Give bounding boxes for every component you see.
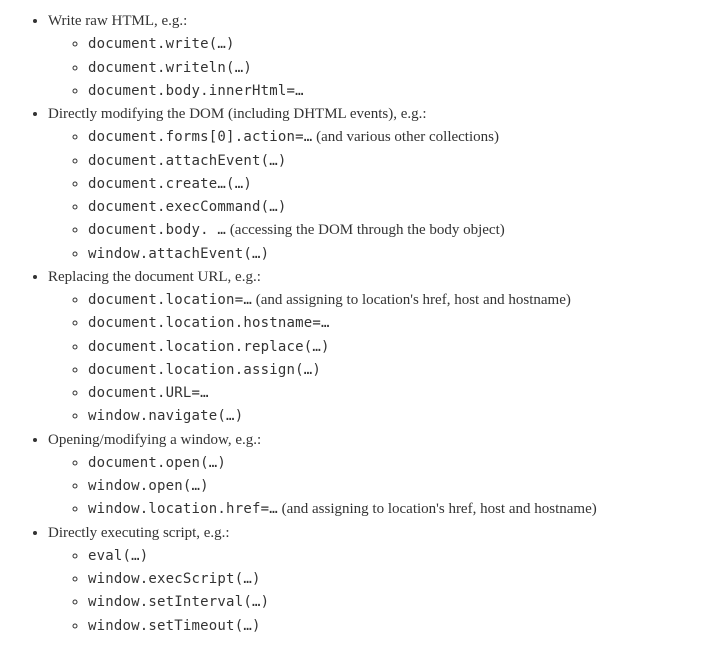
example-item: eval(…) — [88, 545, 698, 568]
example-item: document.execCommand(…) — [88, 196, 698, 219]
example-item: document.open(…) — [88, 452, 698, 475]
example-item: document.body.innerHtml=… — [88, 80, 698, 103]
code-text: window.open(…) — [88, 478, 209, 494]
example-list: document.location=… (and assigning to lo… — [48, 289, 698, 429]
code-text: window.execScript(…) — [88, 571, 261, 587]
category-item: Directly modifying the DOM (including DH… — [48, 103, 698, 266]
example-item: document.location=… (and assigning to lo… — [88, 289, 698, 312]
code-text: document.forms[0].action=… — [88, 129, 312, 145]
example-item: document.write(…) — [88, 33, 698, 56]
code-text: window.setInterval(…) — [88, 594, 269, 610]
code-text: document.location.hostname=… — [88, 315, 330, 331]
category-title: Directly modifying the DOM (including DH… — [48, 106, 427, 122]
example-item: document.writeln(…) — [88, 57, 698, 80]
example-item: window.setTimeout(…) — [88, 615, 698, 638]
example-item: window.attachEvent(…) — [88, 243, 698, 266]
example-item: document.location.replace(…) — [88, 336, 698, 359]
example-item: document.create…(…) — [88, 173, 698, 196]
example-list: document.write(…) document.writeln(…) docu… — [48, 33, 698, 103]
code-text: document.create…(…) — [88, 176, 252, 192]
note-text: (accessing the DOM through the body obje… — [226, 222, 505, 238]
category-item: Opening/modifying a window, e.g.: documen… — [48, 429, 698, 522]
code-text: document.location.assign(…) — [88, 362, 321, 378]
example-list: document.forms[0].action=… (and various … — [48, 126, 698, 266]
category-list: Write raw HTML, e.g.:document.write(…)do… — [20, 10, 698, 638]
example-item: window.execScript(…) — [88, 568, 698, 591]
code-text: window.location.href=… — [88, 501, 278, 517]
code-text: window.attachEvent(…) — [88, 246, 269, 262]
example-item: document.attachEvent(…) — [88, 150, 698, 173]
category-item: Directly executing script, e.g.: eval(…) w… — [48, 522, 698, 638]
example-item: window.location.href=… (and assigning to… — [88, 498, 698, 521]
example-item: window.open(…) — [88, 475, 698, 498]
category-title: Directly executing script, e.g.: — [48, 525, 230, 541]
note-text: (and various other collections) — [312, 129, 499, 145]
category-title: Replacing the document URL, e.g.: — [48, 269, 261, 285]
example-item: document.location.hostname=… — [88, 312, 698, 335]
example-item: window.setInterval(…) — [88, 591, 698, 614]
example-item: document.URL=… — [88, 382, 698, 405]
code-text: window.setTimeout(…) — [88, 618, 261, 634]
note-text: (and assigning to location's href, host … — [278, 501, 597, 517]
code-text: document.write(…) — [88, 36, 235, 52]
code-text: window.navigate(…) — [88, 408, 243, 424]
example-item: window.navigate(…) — [88, 405, 698, 428]
code-text: document.body.innerHtml=… — [88, 83, 304, 99]
code-text: document.body. … — [88, 222, 226, 238]
code-text: document.attachEvent(…) — [88, 153, 286, 169]
code-text: document.open(…) — [88, 455, 226, 471]
category-title: Write raw HTML, e.g.: — [48, 13, 187, 29]
example-item: document.location.assign(…) — [88, 359, 698, 382]
example-item: document.forms[0].action=… (and various … — [88, 126, 698, 149]
example-list: document.open(…) window.open(…) window.loc… — [48, 452, 698, 522]
category-item: Write raw HTML, e.g.:document.write(…)do… — [48, 10, 698, 103]
code-text: eval(…) — [88, 548, 148, 564]
code-text: document.execCommand(…) — [88, 199, 286, 215]
category-title: Opening/modifying a window, e.g.: — [48, 432, 261, 448]
example-list: eval(…) window.execScript(…) window.setInt… — [48, 545, 698, 638]
category-item: Replacing the document URL, e.g.: documen… — [48, 266, 698, 429]
example-item: document.body. … (accessing the DOM thro… — [88, 219, 698, 242]
note-text: (and assigning to location's href, host … — [252, 292, 571, 308]
code-text: document.URL=… — [88, 385, 209, 401]
code-text: document.location=… — [88, 292, 252, 308]
code-text: document.location.replace(…) — [88, 339, 330, 355]
code-text: document.writeln(…) — [88, 60, 252, 76]
